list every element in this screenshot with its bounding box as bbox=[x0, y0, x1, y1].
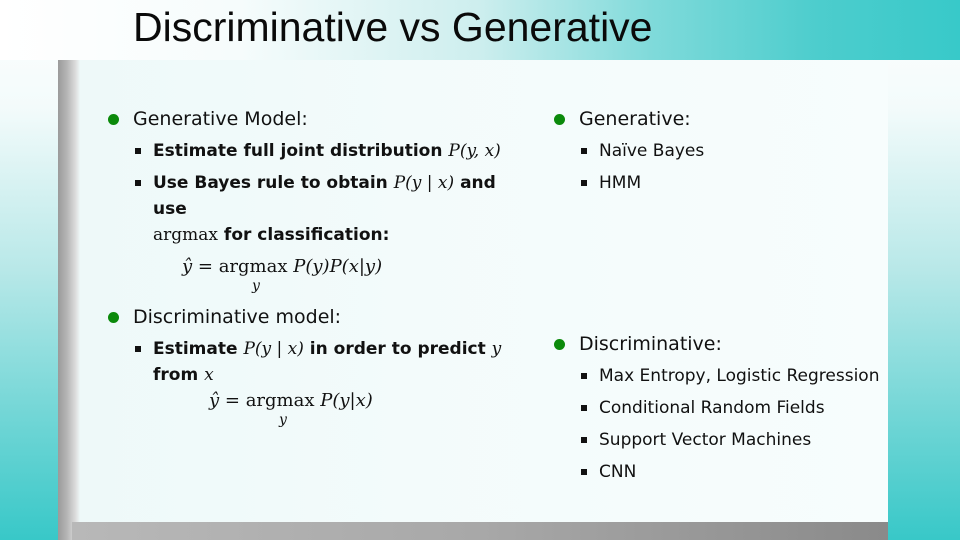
item-text: for classification: bbox=[218, 225, 390, 245]
right-discriminative-section: Discriminative: Max Entropy, Logistic Re… bbox=[554, 331, 914, 485]
discriminative-heading: Discriminative: bbox=[554, 331, 914, 357]
formula-operator: argmax bbox=[218, 256, 288, 277]
heading-text: Generative Model: bbox=[133, 108, 308, 130]
left-generative-section: Generative Model: Estimate full joint di… bbox=[108, 106, 528, 248]
formula-rhs: P(y)P(x|y) bbox=[287, 256, 383, 277]
formula-lhs: ŷ = bbox=[182, 256, 219, 277]
item-text: in order to predict bbox=[303, 339, 492, 359]
list-item: Max Entropy, Logistic Regression bbox=[579, 363, 914, 389]
generative-model-heading: Generative Model: bbox=[108, 106, 528, 132]
formula-rhs: P(y|x) bbox=[314, 390, 373, 411]
item-text: Estimate full joint distribution bbox=[153, 141, 449, 161]
list-item: Support Vector Machines bbox=[579, 427, 914, 453]
panel-shadow-left bbox=[58, 60, 80, 540]
item-text: Use Bayes rule to obtain bbox=[153, 173, 394, 193]
generative-heading: Generative: bbox=[554, 106, 894, 132]
heading-text: Discriminative: bbox=[579, 333, 722, 355]
discriminative-formula: ŷ = argmax P(y|x) y bbox=[209, 390, 373, 428]
math-expression: y bbox=[491, 339, 502, 359]
green-dot-icon bbox=[108, 312, 119, 323]
list-item: Estimate P(y | x) in order to predict y … bbox=[133, 336, 528, 388]
formula-operator: argmax bbox=[245, 390, 315, 411]
generative-formula: ŷ = argmax P(y)P(x|y) y bbox=[182, 256, 383, 294]
list-item: HMM bbox=[579, 170, 894, 196]
list-item: Estimate full joint distribution P(y, x) bbox=[133, 138, 528, 164]
left-discriminative-section: Discriminative model: Estimate P(y | x) … bbox=[108, 304, 528, 388]
list-item: Use Bayes rule to obtain P(y | x) and us… bbox=[133, 170, 528, 248]
black-square-icon bbox=[135, 148, 141, 154]
black-square-icon bbox=[135, 180, 141, 186]
green-dot-icon bbox=[108, 114, 119, 125]
black-square-icon bbox=[581, 437, 587, 443]
item-text: from bbox=[153, 365, 205, 385]
black-square-icon bbox=[581, 373, 587, 379]
item-text: HMM bbox=[599, 173, 642, 193]
black-square-icon bbox=[581, 148, 587, 154]
math-expression: P(y | x) bbox=[243, 339, 304, 359]
formula-subscript: y bbox=[279, 412, 287, 428]
title-band: Discriminative vs Generative bbox=[0, 0, 960, 60]
formula-subscript: y bbox=[252, 278, 260, 294]
item-text: Max Entropy, Logistic Regression bbox=[599, 366, 880, 386]
list-item: CNN bbox=[579, 459, 914, 485]
green-dot-icon bbox=[554, 114, 565, 125]
math-expression: argmax bbox=[153, 225, 218, 245]
list-item: Naïve Bayes bbox=[579, 138, 894, 164]
item-text: Support Vector Machines bbox=[599, 430, 812, 450]
black-square-icon bbox=[135, 346, 141, 352]
slide-title: Discriminative vs Generative bbox=[133, 4, 653, 50]
black-square-icon bbox=[581, 405, 587, 411]
math-expression: P(y | x) bbox=[393, 173, 455, 193]
item-text: Estimate bbox=[153, 339, 244, 359]
item-text: CNN bbox=[599, 462, 637, 482]
heading-text: Generative: bbox=[579, 108, 691, 130]
green-dot-icon bbox=[554, 339, 565, 350]
math-expression: x bbox=[204, 365, 214, 385]
item-text: Conditional Random Fields bbox=[599, 398, 825, 418]
discriminative-model-heading: Discriminative model: bbox=[108, 304, 528, 330]
black-square-icon bbox=[581, 469, 587, 475]
formula-lhs: ŷ = bbox=[209, 390, 246, 411]
heading-text: Discriminative model: bbox=[133, 306, 342, 328]
list-item: Conditional Random Fields bbox=[579, 395, 914, 421]
right-generative-section: Generative: Naïve Bayes HMM bbox=[554, 106, 894, 196]
black-square-icon bbox=[581, 180, 587, 186]
item-text: Naïve Bayes bbox=[599, 141, 705, 161]
math-expression: P(y, x) bbox=[448, 141, 501, 161]
panel-shadow-bottom bbox=[72, 522, 888, 540]
